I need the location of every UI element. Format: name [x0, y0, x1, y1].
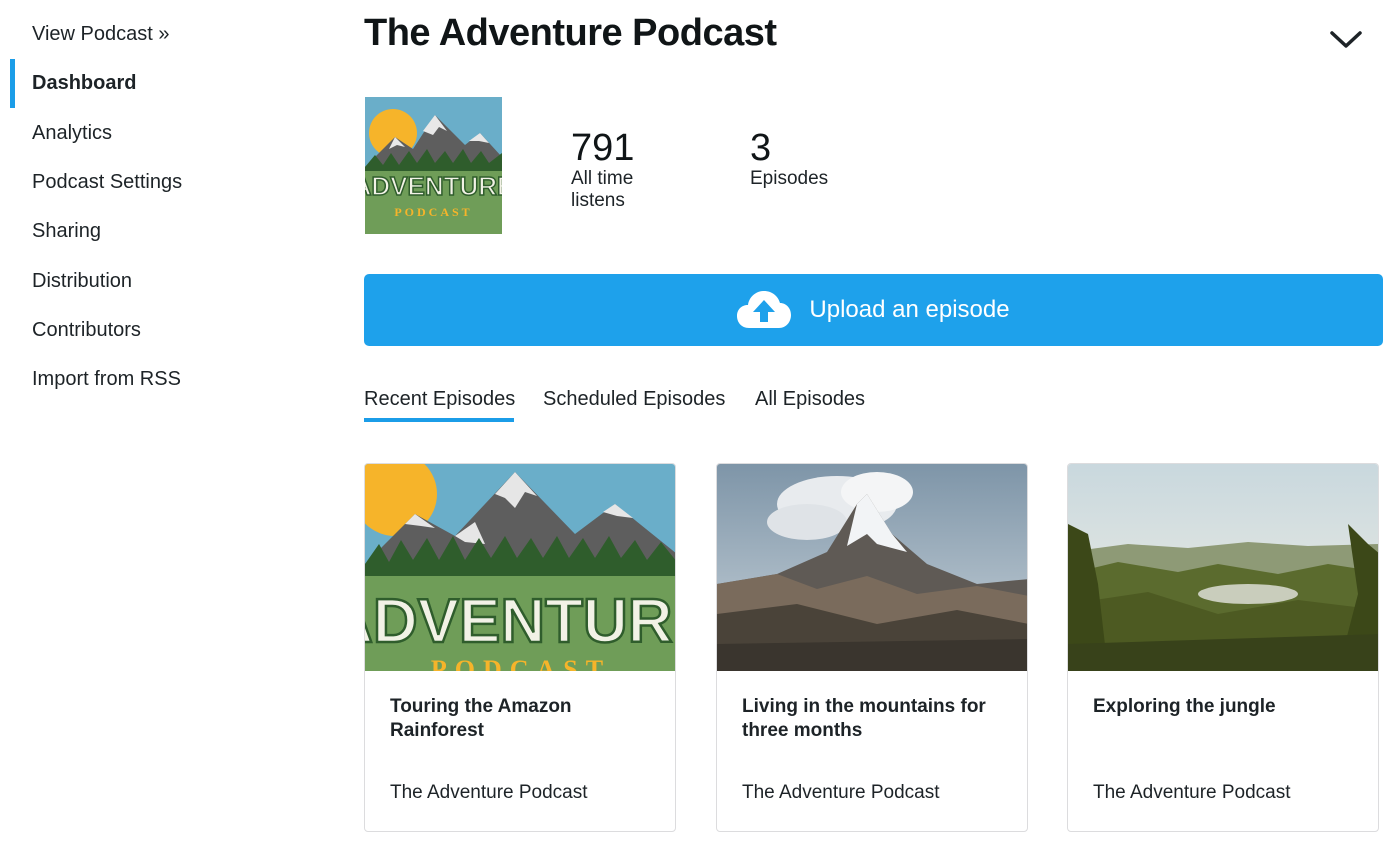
cover-title-text: ADVENTURE — [365, 171, 502, 201]
sidebar-item-distribution[interactable]: Distribution — [32, 270, 132, 293]
episode-image-jungle-photo — [1068, 464, 1378, 671]
chevron-down-icon[interactable] — [1326, 24, 1366, 56]
sidebar-item-analytics[interactable]: Analytics — [32, 122, 112, 145]
active-tab-indicator — [364, 418, 514, 422]
stat-episodes: 3 Episodes — [750, 128, 870, 190]
episode-image-adventure-cover: ADVENTURE PODCAST — [365, 464, 675, 671]
episode-card[interactable]: Living in the mountains for three months… — [716, 463, 1028, 832]
page-title: The Adventure Podcast — [364, 12, 777, 54]
card-cover-title-text: ADVENTURE — [365, 587, 675, 656]
sidebar-item-import-rss[interactable]: Import from RSS — [32, 368, 181, 391]
episode-podcast-name: The Adventure Podcast — [742, 782, 940, 803]
episode-card[interactable]: ADVENTURE PODCAST Touring the Amazon Rai… — [364, 463, 676, 832]
episode-podcast-name: The Adventure Podcast — [390, 782, 588, 803]
sidebar: View Podcast » Dashboard Analytics Podca… — [0, 0, 340, 866]
episode-image-mountain-photo — [717, 464, 1027, 671]
sidebar-item-podcast-settings[interactable]: Podcast Settings — [32, 171, 182, 194]
cloud-upload-icon — [737, 290, 792, 330]
upload-episode-label: Upload an episode — [809, 296, 1010, 323]
sidebar-item-sharing[interactable]: Sharing — [32, 220, 101, 243]
podcast-cover: ADVENTURE PODCAST — [365, 97, 502, 234]
tab-recent-episodes[interactable]: Recent Episodes — [364, 388, 515, 411]
listens-count: 791 — [571, 127, 635, 169]
listens-label-line2: listens — [571, 190, 625, 211]
tab-scheduled-episodes[interactable]: Scheduled Episodes — [543, 388, 725, 411]
episode-title: Exploring the jungle — [1093, 696, 1276, 717]
listens-label-line1: All time — [571, 168, 634, 189]
stat-listens: 791 All time listens — [571, 128, 691, 212]
upload-episode-button[interactable]: Upload an episode — [364, 274, 1383, 346]
episode-podcast-name: The Adventure Podcast — [1093, 782, 1291, 803]
card-cover-subtitle-text: PODCAST — [431, 655, 611, 671]
cover-subtitle-text: PODCAST — [394, 205, 472, 219]
active-indicator — [10, 59, 15, 108]
sidebar-item-view-podcast[interactable]: View Podcast » — [32, 23, 170, 46]
episodes-label: Episodes — [750, 168, 829, 189]
tab-all-episodes[interactable]: All Episodes — [755, 388, 865, 411]
episode-card[interactable]: Exploring the jungle The Adventure Podca… — [1067, 463, 1379, 832]
episodes-count: 3 — [750, 127, 772, 169]
sidebar-item-contributors[interactable]: Contributors — [32, 319, 141, 342]
episode-title: Living in the mountains for three months — [742, 696, 986, 741]
sidebar-item-dashboard[interactable]: Dashboard — [32, 72, 136, 95]
episode-title: Touring the Amazon Rainforest — [390, 696, 572, 741]
